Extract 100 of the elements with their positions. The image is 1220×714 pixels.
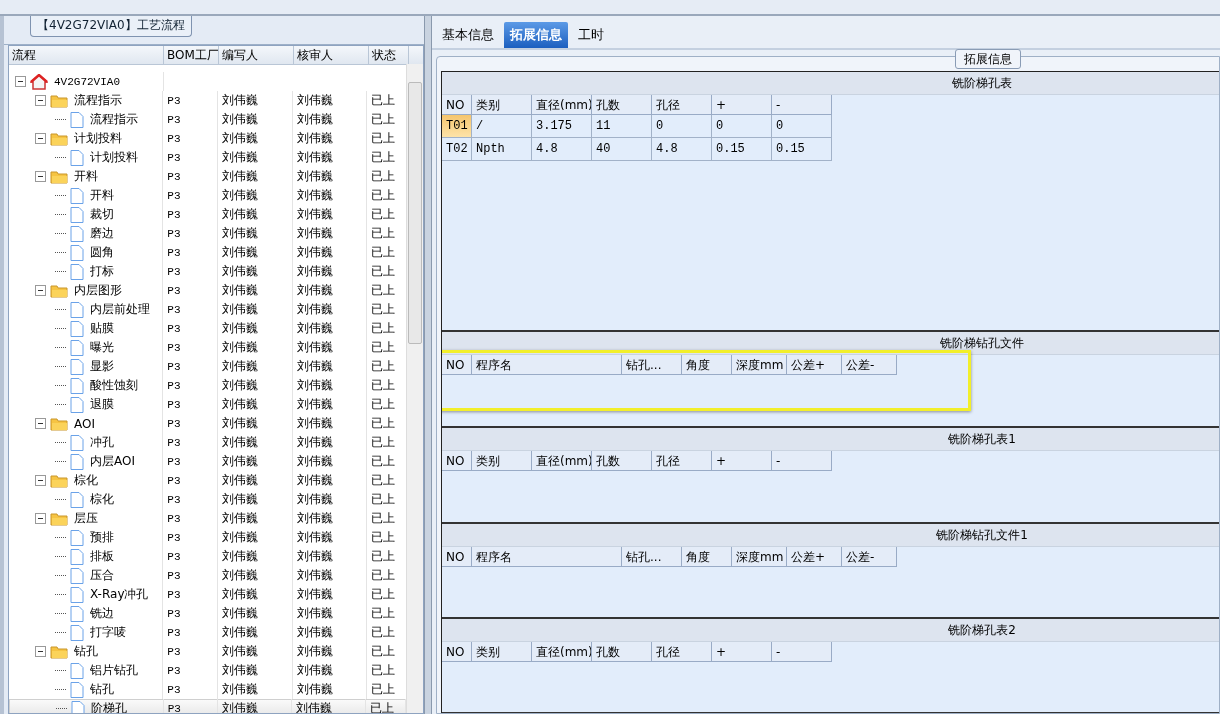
folder-icon xyxy=(50,169,68,184)
tab[interactable]: 拓展信息 xyxy=(504,22,568,48)
table-cell: T02 xyxy=(442,138,472,161)
tree-label: 铝片钻孔 xyxy=(90,662,138,679)
column-header[interactable]: NO xyxy=(442,451,472,471)
table-cell: P3 xyxy=(167,170,181,183)
column-header[interactable]: 程序名 xyxy=(472,547,622,567)
column-header[interactable]: 孔数 xyxy=(592,95,652,115)
collapse-toggle[interactable] xyxy=(35,171,46,182)
tab[interactable]: 基本信息 xyxy=(436,22,500,48)
table-cell: P3 xyxy=(167,626,181,639)
collapse-toggle[interactable] xyxy=(35,418,46,429)
column-header[interactable]: NO xyxy=(442,642,472,662)
column-header[interactable]: 公差- xyxy=(842,355,897,375)
tree-row[interactable]: AOI P3 刘伟巍 刘伟巍 已上 xyxy=(9,414,407,433)
folder-icon xyxy=(50,644,68,659)
column-header[interactable]: 直径(mm) xyxy=(532,95,592,115)
table-cell: 刘伟巍 xyxy=(222,586,259,603)
column-header[interactable]: + xyxy=(712,95,772,115)
column-header[interactable]: 类别 xyxy=(472,95,532,115)
collapse-toggle[interactable] xyxy=(35,285,46,296)
column-header[interactable]: 类别 xyxy=(472,642,532,662)
tree-row[interactable]: 层压 P3 刘伟巍 刘伟巍 已上 xyxy=(9,509,407,528)
table-cell: P3 xyxy=(167,398,181,411)
table-cell: 已上 xyxy=(371,396,396,413)
tree-row[interactable]: 4V2G72VIA0 xyxy=(9,72,407,91)
tree-row[interactable]: 钻孔 P3 刘伟巍 刘伟巍 已上 xyxy=(9,642,407,661)
table-cell: 已上 xyxy=(371,92,396,109)
document-icon xyxy=(70,529,84,546)
document-icon xyxy=(70,339,84,356)
tree-label: 流程指示 xyxy=(90,111,138,128)
column-header[interactable]: 公差+ xyxy=(787,547,842,567)
tree-label: 棕化 xyxy=(90,491,114,508)
tab[interactable]: 工时 xyxy=(572,22,610,48)
tree-row[interactable]: 计划投料 P3 刘伟巍 刘伟巍 已上 xyxy=(9,129,407,148)
table-cell: 已上 xyxy=(371,434,396,451)
tree-label: AOI xyxy=(74,416,95,431)
table-cell: 刘伟巍 xyxy=(222,643,258,660)
tree-row[interactable]: 流程指示 P3 刘伟巍 刘伟巍 已上 xyxy=(9,91,407,110)
column-header[interactable]: NO xyxy=(442,355,472,375)
column-header[interactable]: 公差+ xyxy=(787,355,842,375)
column-header[interactable]: 公差- xyxy=(842,547,897,567)
column-header[interactable]: 程序名 xyxy=(472,355,622,375)
scrollbar[interactable] xyxy=(406,64,423,713)
column-header[interactable]: 编写人 xyxy=(219,46,294,64)
column-header[interactable]: 孔数 xyxy=(592,451,652,471)
table-cell: P3 xyxy=(167,607,181,620)
column-header[interactable]: 孔径 xyxy=(652,642,712,662)
document-icon xyxy=(70,396,84,413)
table-cell: P3 xyxy=(167,512,181,525)
tree-row[interactable]: 开料 P3 刘伟巍 刘伟巍 已上 xyxy=(9,167,407,186)
splitter-handle[interactable] xyxy=(424,16,432,714)
column-header[interactable]: 流程 xyxy=(9,46,164,64)
column-header[interactable]: 钻孔... xyxy=(622,547,682,567)
collapse-toggle[interactable] xyxy=(15,76,26,87)
column-header[interactable]: 深度mm xyxy=(732,547,787,567)
column-header[interactable]: 角度 xyxy=(682,355,732,375)
table-cell: 刘伟巍 xyxy=(222,92,258,109)
column-header[interactable]: 核审人 xyxy=(294,46,369,64)
column-header[interactable]: 直径(mm) xyxy=(532,451,592,471)
document-icon xyxy=(70,149,84,166)
table-cell: 已上 xyxy=(371,244,396,261)
column-header[interactable]: 孔径 xyxy=(652,95,712,115)
table-cell: 刘伟巍 xyxy=(222,377,259,394)
table-cell: 刘伟巍 xyxy=(296,529,333,546)
table-cell: 已上 xyxy=(371,339,396,356)
table-cell: P3 xyxy=(167,132,181,145)
column-header[interactable]: NO xyxy=(442,547,472,567)
column-header[interactable]: 角度 xyxy=(682,547,732,567)
collapse-toggle[interactable] xyxy=(35,133,46,144)
column-header[interactable]: 钻孔... xyxy=(622,355,682,375)
table-cell: 已上 xyxy=(371,206,396,223)
table-cell: 刘伟巍 xyxy=(222,168,258,185)
column-header[interactable]: - xyxy=(772,95,832,115)
column-header[interactable]: 孔数 xyxy=(592,642,652,662)
table-cell: 0 xyxy=(772,115,832,138)
tree-row[interactable]: 棕化 P3 刘伟巍 刘伟巍 已上 xyxy=(9,471,407,490)
table-cell: 刘伟巍 xyxy=(222,700,259,713)
table-cell: P3 xyxy=(167,113,181,126)
column-header[interactable]: 直径(mm) xyxy=(532,642,592,662)
column-header[interactable]: + xyxy=(712,642,772,662)
tree-label: 显影 xyxy=(90,358,114,375)
table-cell: 刘伟巍 xyxy=(296,111,333,128)
column-header[interactable]: NO xyxy=(442,95,472,115)
collapse-toggle[interactable] xyxy=(35,646,46,657)
column-header[interactable]: 孔径 xyxy=(652,451,712,471)
column-header[interactable]: BOM工厂 xyxy=(164,46,219,64)
tree-label: 冲孔 xyxy=(90,434,114,451)
column-header[interactable]: 深度mm xyxy=(732,355,787,375)
column-header[interactable]: 类别 xyxy=(472,451,532,471)
tree-row[interactable]: 内层图形 P3 刘伟巍 刘伟巍 已上 xyxy=(9,281,407,300)
document-icon xyxy=(70,225,84,242)
column-header[interactable]: + xyxy=(712,451,772,471)
collapse-toggle[interactable] xyxy=(35,475,46,486)
tree-row[interactable]: 阶梯孔 P3 刘伟巍 刘伟巍 已上 xyxy=(9,699,407,713)
column-header[interactable]: - xyxy=(772,642,832,662)
collapse-toggle[interactable] xyxy=(35,95,46,106)
table-cell: P3 xyxy=(167,151,181,164)
column-header[interactable]: - xyxy=(772,451,832,471)
collapse-toggle[interactable] xyxy=(35,513,46,524)
